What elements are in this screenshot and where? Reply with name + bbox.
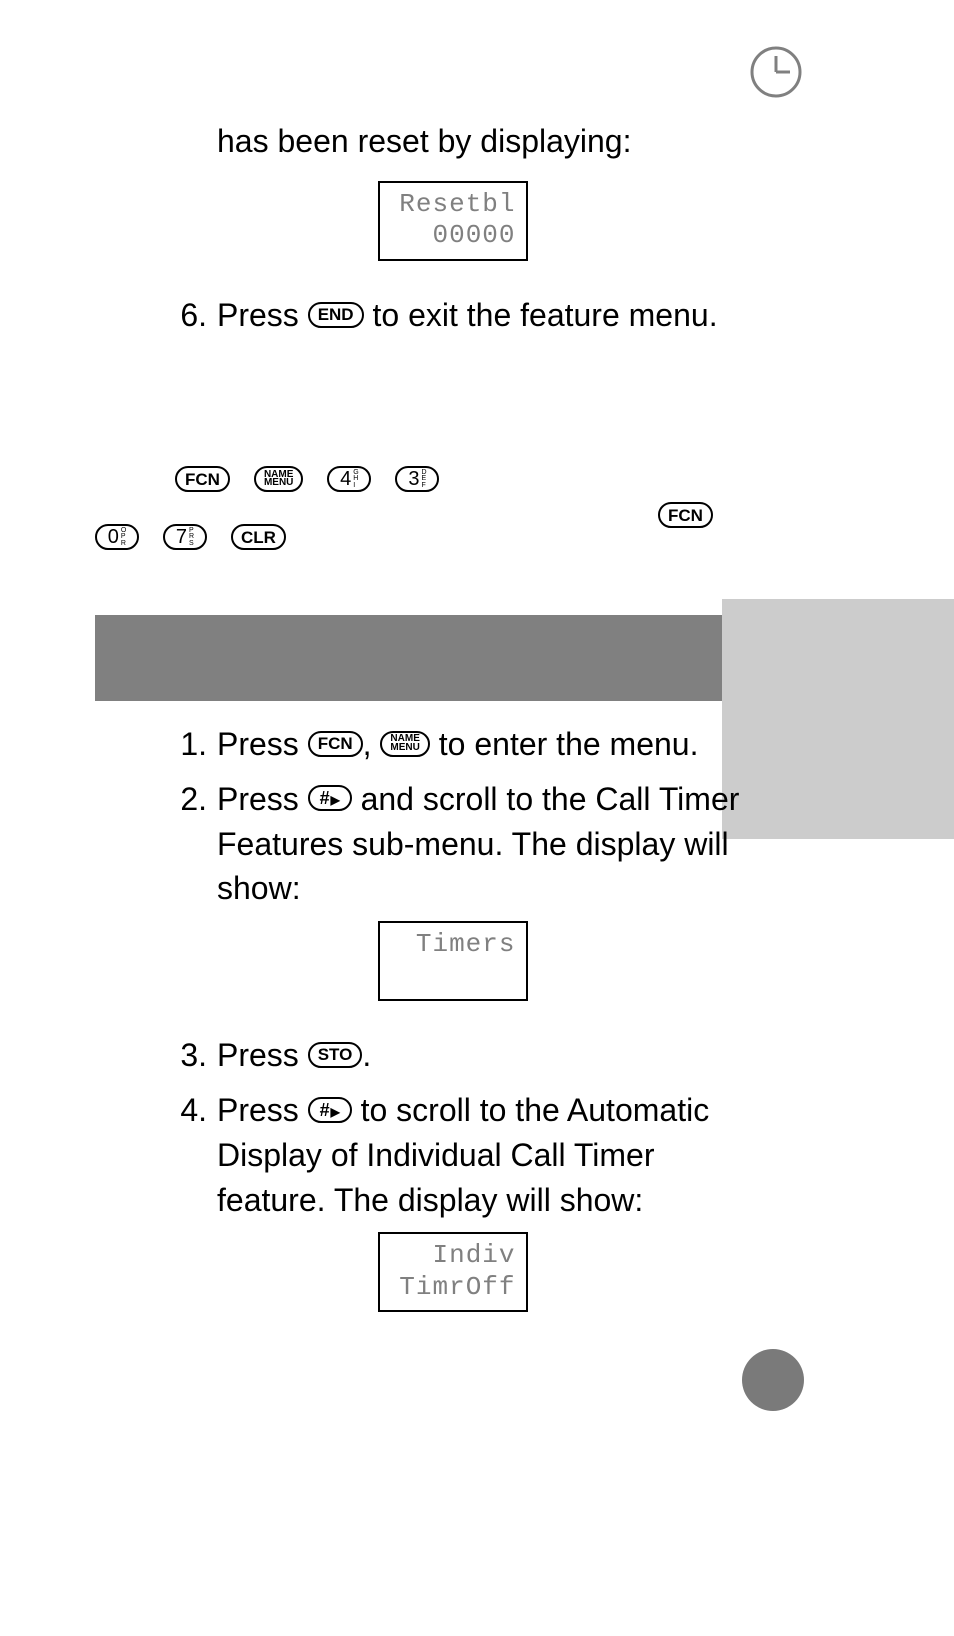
lcd-line: TimrOff [386, 1272, 516, 1303]
text: Press [217, 297, 308, 333]
text: to enter the menu. [430, 726, 699, 762]
step-3: 3. Press STO. [165, 1033, 740, 1078]
name-menu-key-icon: NAMEMENU [380, 731, 429, 757]
lcd-line: 00000 [386, 220, 516, 251]
three-key-icon: 3DEF [395, 466, 439, 492]
side-tab [722, 599, 954, 839]
shortcut-keys: FCN NAME MENU 4GHI 3DEF 0OPR 7PRS CLR [95, 465, 735, 553]
step-number: 6. [165, 293, 217, 338]
end-key-icon: END [308, 302, 364, 328]
step-6: 6. Press END to exit the feature menu. [165, 293, 740, 338]
step-body: Press #▶ and scroll to the Call Timer Fe… [217, 777, 740, 911]
clr-key-icon: CLR [231, 524, 286, 550]
zero-key-icon: 0OPR [95, 524, 139, 550]
text: Press [217, 1092, 308, 1128]
lcd-line: Resetbl [386, 189, 516, 220]
step-number: 1. [165, 722, 217, 767]
step-2: 2. Press #▶ and scroll to the Call Timer… [165, 777, 740, 911]
four-key-icon: 4GHI [327, 466, 371, 492]
lcd-line: Timers [386, 929, 516, 960]
fcn-key-icon: FCN [175, 466, 230, 492]
hash-key-icon: #▶ [308, 1097, 352, 1123]
hash-key-icon: #▶ [308, 785, 352, 811]
fcn-key-icon: FCN [658, 502, 713, 528]
step-4: 4. Press #▶ to scroll to the Automatic D… [165, 1088, 740, 1222]
sto-key-icon: STO [308, 1042, 363, 1068]
page-number-dot [742, 1349, 804, 1411]
step-number: 3. [165, 1033, 217, 1078]
lcd-display-timers: Timers [378, 921, 528, 1001]
text: to exit the feature menu. [364, 297, 718, 333]
seven-key-icon: 7PRS [163, 524, 207, 550]
text: Press [217, 1037, 308, 1073]
lcd-display-indiv: Indiv TimrOff [378, 1232, 528, 1312]
content-top: has been reset by displaying: Resetbl 00… [165, 120, 740, 348]
text: Press [217, 726, 308, 762]
fcn-key-icon: FCN [308, 731, 363, 757]
step-number: 4. [165, 1088, 217, 1222]
step-1: 1. Press FCN, NAMEMENU to enter the menu… [165, 722, 740, 767]
step-body: Press #▶ to scroll to the Automatic Disp… [217, 1088, 740, 1222]
fcn-key-right: FCN [658, 505, 713, 531]
content-section-2: 1. Press FCN, NAMEMENU to enter the menu… [165, 722, 740, 1344]
step-body: Press STO. [217, 1033, 740, 1078]
text: , [363, 726, 381, 762]
text: . [362, 1037, 371, 1073]
intro-text: has been reset by displaying: [217, 120, 740, 163]
step-body: Press FCN, NAMEMENU to enter the menu. [217, 722, 740, 767]
lcd-display-reset: Resetbl 00000 [378, 181, 528, 261]
text: Press [217, 781, 308, 817]
lcd-line [386, 960, 516, 991]
step-number: 2. [165, 777, 217, 911]
step-body: Press END to exit the feature menu. [217, 293, 740, 338]
clock-icon [750, 46, 802, 98]
lcd-line: Indiv [386, 1240, 516, 1271]
section-header-bar [95, 615, 735, 701]
name-menu-key-icon: NAME MENU [254, 466, 303, 492]
